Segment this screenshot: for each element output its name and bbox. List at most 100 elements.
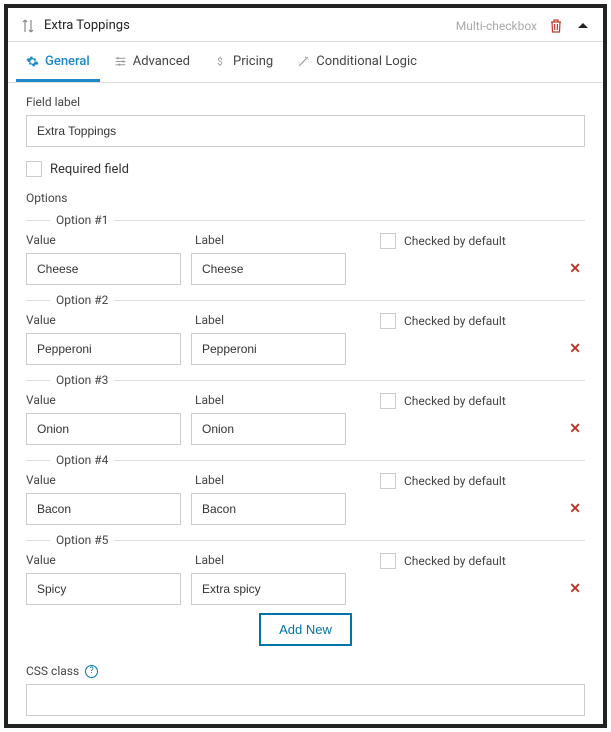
required-label: Required field xyxy=(50,162,129,177)
css-class-label: CSS class xyxy=(26,664,79,678)
value-header: Value xyxy=(26,473,181,489)
tab-general[interactable]: General xyxy=(16,42,100,82)
option-block: Option #4 Value Label Checked by default… xyxy=(26,453,585,525)
option-block: Option #1 Value Label Checked by default… xyxy=(26,213,585,285)
checked-default-checkbox[interactable] xyxy=(380,393,396,409)
tab-pricing[interactable]: $ Pricing xyxy=(204,42,283,82)
option-value-input[interactable] xyxy=(26,573,181,605)
option-column-headers: Value Label Checked by default xyxy=(26,473,585,489)
svg-text:$: $ xyxy=(217,57,222,68)
options-list: Option #1 Value Label Checked by default… xyxy=(26,213,585,605)
option-column-headers: Value Label Checked by default xyxy=(26,553,585,569)
option-inputs-row: ✕ xyxy=(26,333,585,365)
wand-icon xyxy=(297,55,310,68)
option-legend: Option #4 xyxy=(50,453,114,467)
options-heading: Options xyxy=(26,191,585,205)
field-label-input[interactable] xyxy=(26,115,585,147)
label-header: Label xyxy=(195,553,350,569)
option-inputs-row: ✕ xyxy=(26,493,585,525)
checked-default-header: Checked by default xyxy=(380,313,506,329)
remove-option-icon[interactable]: ✕ xyxy=(569,261,585,277)
option-label-input[interactable] xyxy=(191,573,346,605)
value-header: Value xyxy=(26,393,181,409)
checked-default-header: Checked by default xyxy=(380,393,506,409)
checked-default-checkbox[interactable] xyxy=(380,233,396,249)
trash-icon[interactable] xyxy=(549,19,563,33)
option-legend: Option #3 xyxy=(50,373,114,387)
tab-label: General xyxy=(45,54,90,69)
field-label-group: Field label xyxy=(26,95,585,147)
checked-default-checkbox[interactable] xyxy=(380,473,396,489)
field-title: Extra Toppings xyxy=(44,18,456,33)
option-label-input[interactable] xyxy=(191,253,346,285)
remove-option-icon[interactable]: ✕ xyxy=(569,501,585,517)
option-value-input[interactable] xyxy=(26,253,181,285)
option-legend: Option #5 xyxy=(50,533,114,547)
checked-default-header: Checked by default xyxy=(380,553,506,569)
tabs-bar: General Advanced $ Pricing Conditional L… xyxy=(8,42,603,83)
option-column-headers: Value Label Checked by default xyxy=(26,313,585,329)
option-legend-row: Option #3 xyxy=(26,373,585,387)
header-bar: Extra Toppings Multi-checkbox xyxy=(8,8,603,42)
checked-default-text: Checked by default xyxy=(404,234,506,248)
tab-label: Conditional Logic xyxy=(316,54,417,69)
dollar-icon: $ xyxy=(214,55,227,68)
panel-body: Field label Required field Options Optio… xyxy=(8,83,603,728)
value-header: Value xyxy=(26,553,181,569)
option-block: Option #3 Value Label Checked by default… xyxy=(26,373,585,445)
option-label-input[interactable] xyxy=(191,413,346,445)
required-checkbox[interactable] xyxy=(26,161,42,177)
css-class-group: CSS class ? xyxy=(26,664,585,716)
option-block: Option #5 Value Label Checked by default… xyxy=(26,533,585,605)
gear-icon xyxy=(26,55,39,68)
checked-default-text: Checked by default xyxy=(404,394,506,408)
css-class-input[interactable] xyxy=(26,684,585,716)
checked-default-header: Checked by default xyxy=(380,473,506,489)
tab-label: Pricing xyxy=(233,54,273,69)
option-legend-row: Option #4 xyxy=(26,453,585,467)
value-header: Value xyxy=(26,313,181,329)
option-value-input[interactable] xyxy=(26,333,181,365)
label-header: Label xyxy=(195,313,350,329)
sliders-icon xyxy=(114,55,127,68)
label-header: Label xyxy=(195,233,350,249)
checked-default-header: Checked by default xyxy=(380,233,506,249)
remove-option-icon[interactable]: ✕ xyxy=(569,421,585,437)
add-new-button[interactable]: Add New xyxy=(259,613,352,646)
tab-advanced[interactable]: Advanced xyxy=(104,42,200,82)
option-legend-row: Option #5 xyxy=(26,533,585,547)
option-label-input[interactable] xyxy=(191,333,346,365)
option-block: Option #2 Value Label Checked by default… xyxy=(26,293,585,365)
option-value-input[interactable] xyxy=(26,493,181,525)
option-legend-row: Option #2 xyxy=(26,293,585,307)
tab-conditional[interactable]: Conditional Logic xyxy=(287,42,427,82)
remove-option-icon[interactable]: ✕ xyxy=(569,341,585,357)
option-inputs-row: ✕ xyxy=(26,253,585,285)
checked-default-checkbox[interactable] xyxy=(380,313,396,329)
checked-default-checkbox[interactable] xyxy=(380,553,396,569)
option-legend: Option #1 xyxy=(50,213,114,227)
option-label-input[interactable] xyxy=(191,493,346,525)
label-header: Label xyxy=(195,393,350,409)
option-inputs-row: ✕ xyxy=(26,573,585,605)
option-legend: Option #2 xyxy=(50,293,114,307)
tab-label: Advanced xyxy=(133,54,190,69)
option-inputs-row: ✕ xyxy=(26,413,585,445)
checked-default-text: Checked by default xyxy=(404,314,506,328)
field-type-label: Multi-checkbox xyxy=(456,19,537,33)
option-legend-row: Option #1 xyxy=(26,213,585,227)
drag-handle-icon[interactable] xyxy=(22,19,34,33)
option-value-input[interactable] xyxy=(26,413,181,445)
required-field-row: Required field xyxy=(26,161,585,177)
checked-default-text: Checked by default xyxy=(404,554,506,568)
field-editor-panel: Extra Toppings Multi-checkbox General Ad… xyxy=(4,4,607,728)
checked-default-text: Checked by default xyxy=(404,474,506,488)
option-column-headers: Value Label Checked by default xyxy=(26,393,585,409)
remove-option-icon[interactable]: ✕ xyxy=(569,581,585,597)
option-column-headers: Value Label Checked by default xyxy=(26,233,585,249)
collapse-icon[interactable] xyxy=(577,20,589,32)
value-header: Value xyxy=(26,233,181,249)
field-label-text: Field label xyxy=(26,95,585,109)
help-icon[interactable]: ? xyxy=(85,665,98,678)
label-header: Label xyxy=(195,473,350,489)
